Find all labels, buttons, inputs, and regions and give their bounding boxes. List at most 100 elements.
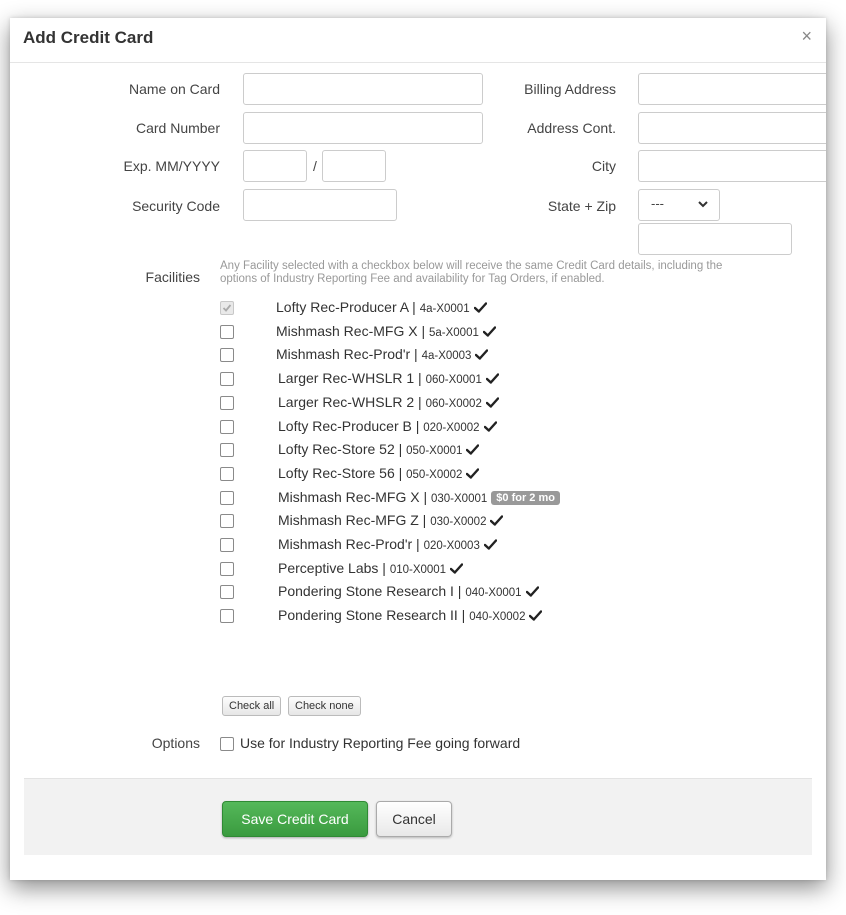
- promo-badge: $0 for 2 mo: [491, 490, 560, 505]
- facility-row[interactable]: Lofty Rec-Store 52 | 050-X0001: [218, 440, 718, 462]
- facility-name: Mishmash Rec-MFG Z | 030-X0002: [278, 512, 504, 529]
- billing-address-input[interactable]: [638, 73, 826, 105]
- name-on-card-label: Name on Card: [128, 81, 220, 97]
- facility-code: 040-X0001: [465, 587, 522, 600]
- facility-row[interactable]: Mishmash Rec-MFG Z | 030-X0002: [218, 511, 718, 533]
- facility-name: Lofty Rec-Producer A | 4a-X0001: [276, 299, 487, 315]
- facility-row[interactable]: Mishmash Rec-MFG X | 030-X0001 $0 for 2 m…: [218, 488, 718, 510]
- facility-checkbox[interactable]: [220, 372, 234, 387]
- facility-checkbox[interactable]: [220, 348, 234, 363]
- facility-checkbox[interactable]: [220, 466, 234, 481]
- facility-label: Mishmash Rec-MFG X |: [278, 488, 431, 505]
- exp-year-input[interactable]: [322, 150, 386, 182]
- facility-label: Lofty Rec-Producer A |: [276, 299, 420, 315]
- check-icon: [529, 610, 543, 621]
- facility-code: 020-X0003: [423, 540, 480, 552]
- facility-checkbox: [220, 301, 234, 315]
- facility-row[interactable]: Larger Rec-WHSLR 2 | 060-X0002: [218, 393, 718, 415]
- cancel-button[interactable]: Cancel: [376, 801, 452, 837]
- facility-label: Larger Rec-WHSLR 1 |: [278, 370, 426, 387]
- billing-address-label: Billing Address: [524, 81, 616, 97]
- facility-name: Larger Rec-WHSLR 1 | 060-X0001: [278, 370, 499, 386]
- facility-row[interactable]: Lofty Rec-Producer B | 020-X0002: [218, 417, 718, 439]
- exp-month-input[interactable]: [243, 150, 307, 182]
- facility-label: Mishmash Rec-Prod'r |: [278, 536, 424, 552]
- card-number-input[interactable]: [243, 112, 483, 144]
- facility-name: Mishmash Rec-Prod'r | 4a-X0003: [276, 346, 489, 363]
- check-icon: [485, 397, 499, 408]
- check-icon: [490, 515, 504, 526]
- city-label: City: [591, 158, 616, 174]
- facility-row[interactable]: Mishmash Rec-Prod'r | 4a-X0003: [218, 345, 718, 367]
- security-code-input[interactable]: [243, 189, 397, 221]
- facility-code: 030-X0001: [431, 492, 488, 505]
- check-none-button[interactable]: Check none: [288, 696, 361, 716]
- facility-row[interactable]: Lofty Rec-Store 56 | 050-X0002: [218, 464, 718, 486]
- facility-row[interactable]: Perceptive Labs | 010-X0001: [218, 559, 718, 581]
- facility-checkbox[interactable]: [220, 561, 234, 576]
- state-zip-label: State + Zip: [547, 198, 616, 214]
- facility-row[interactable]: Pondering Stone Research I | 040-X0001: [218, 582, 718, 604]
- facility-label: Pondering Stone Research I |: [278, 583, 466, 600]
- facility-code: 060-X0002: [425, 397, 482, 410]
- modal-footer: Save Credit Card Cancel: [24, 778, 812, 855]
- security-code-label: Security Code: [132, 198, 220, 214]
- facility-label: Mishmash Rec-MFG Z |: [278, 512, 431, 529]
- facility-name: Lofty Rec-Store 56 | 050-X0002: [278, 464, 480, 481]
- facility-row[interactable]: Mishmash Rec-Prod'r | 020-X0003: [218, 535, 718, 557]
- card-number-label: Card Number: [135, 120, 220, 136]
- check-all-button[interactable]: Check all: [222, 696, 282, 716]
- facility-checkbox[interactable]: [220, 443, 234, 458]
- facility-row[interactable]: Pondering Stone Research II | 040-X0002: [218, 606, 718, 628]
- modal-header: Add Credit Card ×: [10, 18, 826, 63]
- name-on-card-input[interactable]: [243, 73, 483, 105]
- facility-checkbox[interactable]: [220, 538, 234, 552]
- facility-label: Mishmash Rec-Prod'r |: [276, 346, 422, 363]
- facility-checkbox[interactable]: [220, 324, 234, 339]
- facility-code: 060-X0001: [425, 374, 482, 387]
- facility-label: Lofty Rec-Producer B |: [278, 417, 424, 434]
- zip-input[interactable]: [638, 223, 792, 255]
- facility-name: Pondering Stone Research II | 040-X0002: [278, 607, 543, 623]
- save-credit-card-button[interactable]: Save Credit Card: [222, 801, 368, 837]
- check-icon: [450, 562, 464, 574]
- address-cont-input[interactable]: [638, 112, 826, 144]
- facility-row[interactable]: Lofty Rec-Producer A | 4a-X0001: [218, 298, 718, 320]
- facility-name: Larger Rec-WHSLR 2 | 060-X0002: [278, 394, 499, 410]
- facility-code: 4a-X0001: [419, 303, 470, 315]
- facility-label: Lofty Rec-Store 52 |: [278, 441, 407, 458]
- check-icon: [485, 373, 499, 384]
- facility-code: 050-X0002: [406, 468, 463, 481]
- facility-label: Lofty Rec-Store 56 |: [278, 464, 407, 481]
- facility-label: Mishmash Rec-MFG X |: [276, 322, 429, 339]
- modal-title: Add Credit Card: [23, 28, 154, 47]
- facility-row[interactable]: Larger Rec-WHSLR 1 | 060-X0001: [218, 369, 718, 391]
- check-icon: [483, 420, 497, 432]
- address-cont-label: Address Cont.: [527, 120, 616, 136]
- state-select-value: ---: [651, 196, 664, 211]
- industry-fee-checkbox[interactable]: [220, 737, 234, 751]
- check-icon: [483, 539, 497, 550]
- facility-checkbox[interactable]: [220, 395, 234, 410]
- facility-checkbox[interactable]: [220, 514, 234, 529]
- exp-separator: /: [313, 158, 317, 174]
- industry-fee-option[interactable]: Use for Industry Reporting Fee going for…: [218, 734, 718, 756]
- facility-checkbox[interactable]: [220, 585, 234, 600]
- facility-code: 030-X0002: [430, 516, 487, 529]
- facility-checkbox[interactable]: [220, 609, 234, 624]
- check-icon: [482, 325, 496, 337]
- facility-row[interactable]: Mishmash Rec-MFG X | 5a-X0001: [218, 322, 718, 344]
- facility-checkbox[interactable]: [220, 419, 234, 434]
- facility-label: Perceptive Labs |: [278, 559, 390, 576]
- check-icon: [475, 349, 489, 361]
- facility-checkbox[interactable]: [220, 490, 234, 505]
- state-select[interactable]: ---: [638, 189, 720, 221]
- checkmark-icon: [222, 304, 232, 312]
- check-icon: [473, 302, 487, 313]
- facility-label: Larger Rec-WHSLR 2 |: [278, 393, 426, 410]
- city-input[interactable]: [638, 150, 826, 182]
- close-icon[interactable]: ×: [801, 27, 812, 45]
- facility-name: Mishmash Rec-Prod'r | 020-X0003: [278, 536, 497, 552]
- facility-code: 5a-X0001: [429, 326, 479, 339]
- facility-name: Pondering Stone Research I | 040-X0001: [278, 583, 539, 599]
